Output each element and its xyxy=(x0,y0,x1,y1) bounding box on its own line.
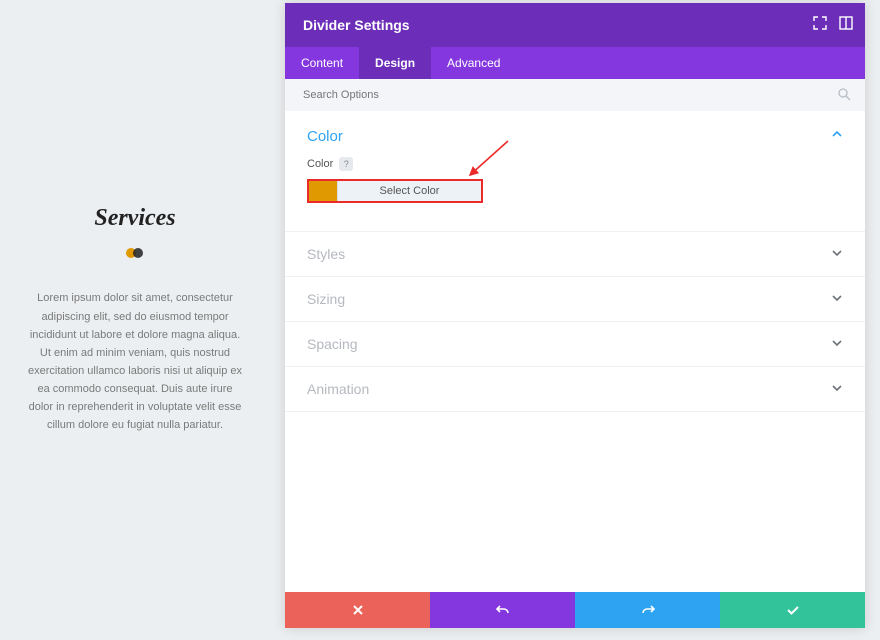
section-color: Color Color ? Select Color xyxy=(285,111,865,232)
section-spacing-title: Spacing xyxy=(307,336,358,352)
tab-advanced[interactable]: Advanced xyxy=(431,47,516,79)
panel-title: Divider Settings xyxy=(303,17,410,33)
panel-header: Divider Settings xyxy=(285,3,865,47)
lorem-text: Lorem ipsum dolor sit amet, consectetur … xyxy=(28,289,242,434)
save-button[interactable] xyxy=(720,592,865,628)
search-icon xyxy=(838,88,851,106)
section-spacing-header[interactable]: Spacing xyxy=(285,322,865,366)
section-color-header[interactable]: Color xyxy=(285,111,865,151)
color-field-label: Color ? xyxy=(307,157,843,171)
chevron-down-icon xyxy=(831,336,843,352)
search-bar xyxy=(285,79,865,111)
cancel-button[interactable] xyxy=(285,592,430,628)
section-spacing: Spacing xyxy=(285,322,865,367)
section-animation-title: Animation xyxy=(307,381,369,397)
section-styles-header[interactable]: Styles xyxy=(285,232,865,276)
help-icon[interactable]: ? xyxy=(339,157,353,171)
section-sizing: Sizing xyxy=(285,277,865,322)
columns-icon[interactable] xyxy=(839,16,853,35)
section-sizing-header[interactable]: Sizing xyxy=(285,277,865,321)
page-title: Services xyxy=(94,205,175,232)
chevron-down-icon xyxy=(831,246,843,262)
chevron-down-icon xyxy=(831,381,843,397)
color-label-text: Color xyxy=(307,158,333,170)
select-color-button[interactable]: Select Color xyxy=(337,181,481,201)
undo-button[interactable] xyxy=(430,592,575,628)
search-input[interactable] xyxy=(303,89,847,101)
chevron-up-icon xyxy=(831,127,843,145)
section-color-title: Color xyxy=(307,128,343,145)
color-swatch[interactable] xyxy=(309,181,337,201)
settings-panel: Divider Settings Content Design Advanced… xyxy=(285,3,865,628)
expand-icon[interactable] xyxy=(813,16,827,35)
redo-button[interactable] xyxy=(575,592,720,628)
section-animation-header[interactable]: Animation xyxy=(285,367,865,411)
divider-ornament-icon xyxy=(124,246,146,265)
chevron-down-icon xyxy=(831,291,843,307)
tab-bar: Content Design Advanced xyxy=(285,47,865,79)
panel-footer xyxy=(285,592,865,628)
tab-design[interactable]: Design xyxy=(359,47,431,79)
color-picker[interactable]: Select Color xyxy=(307,179,483,203)
tab-content[interactable]: Content xyxy=(285,47,359,79)
section-styles-title: Styles xyxy=(307,246,345,262)
section-styles: Styles xyxy=(285,232,865,277)
section-sizing-title: Sizing xyxy=(307,291,345,307)
section-animation: Animation xyxy=(285,367,865,412)
